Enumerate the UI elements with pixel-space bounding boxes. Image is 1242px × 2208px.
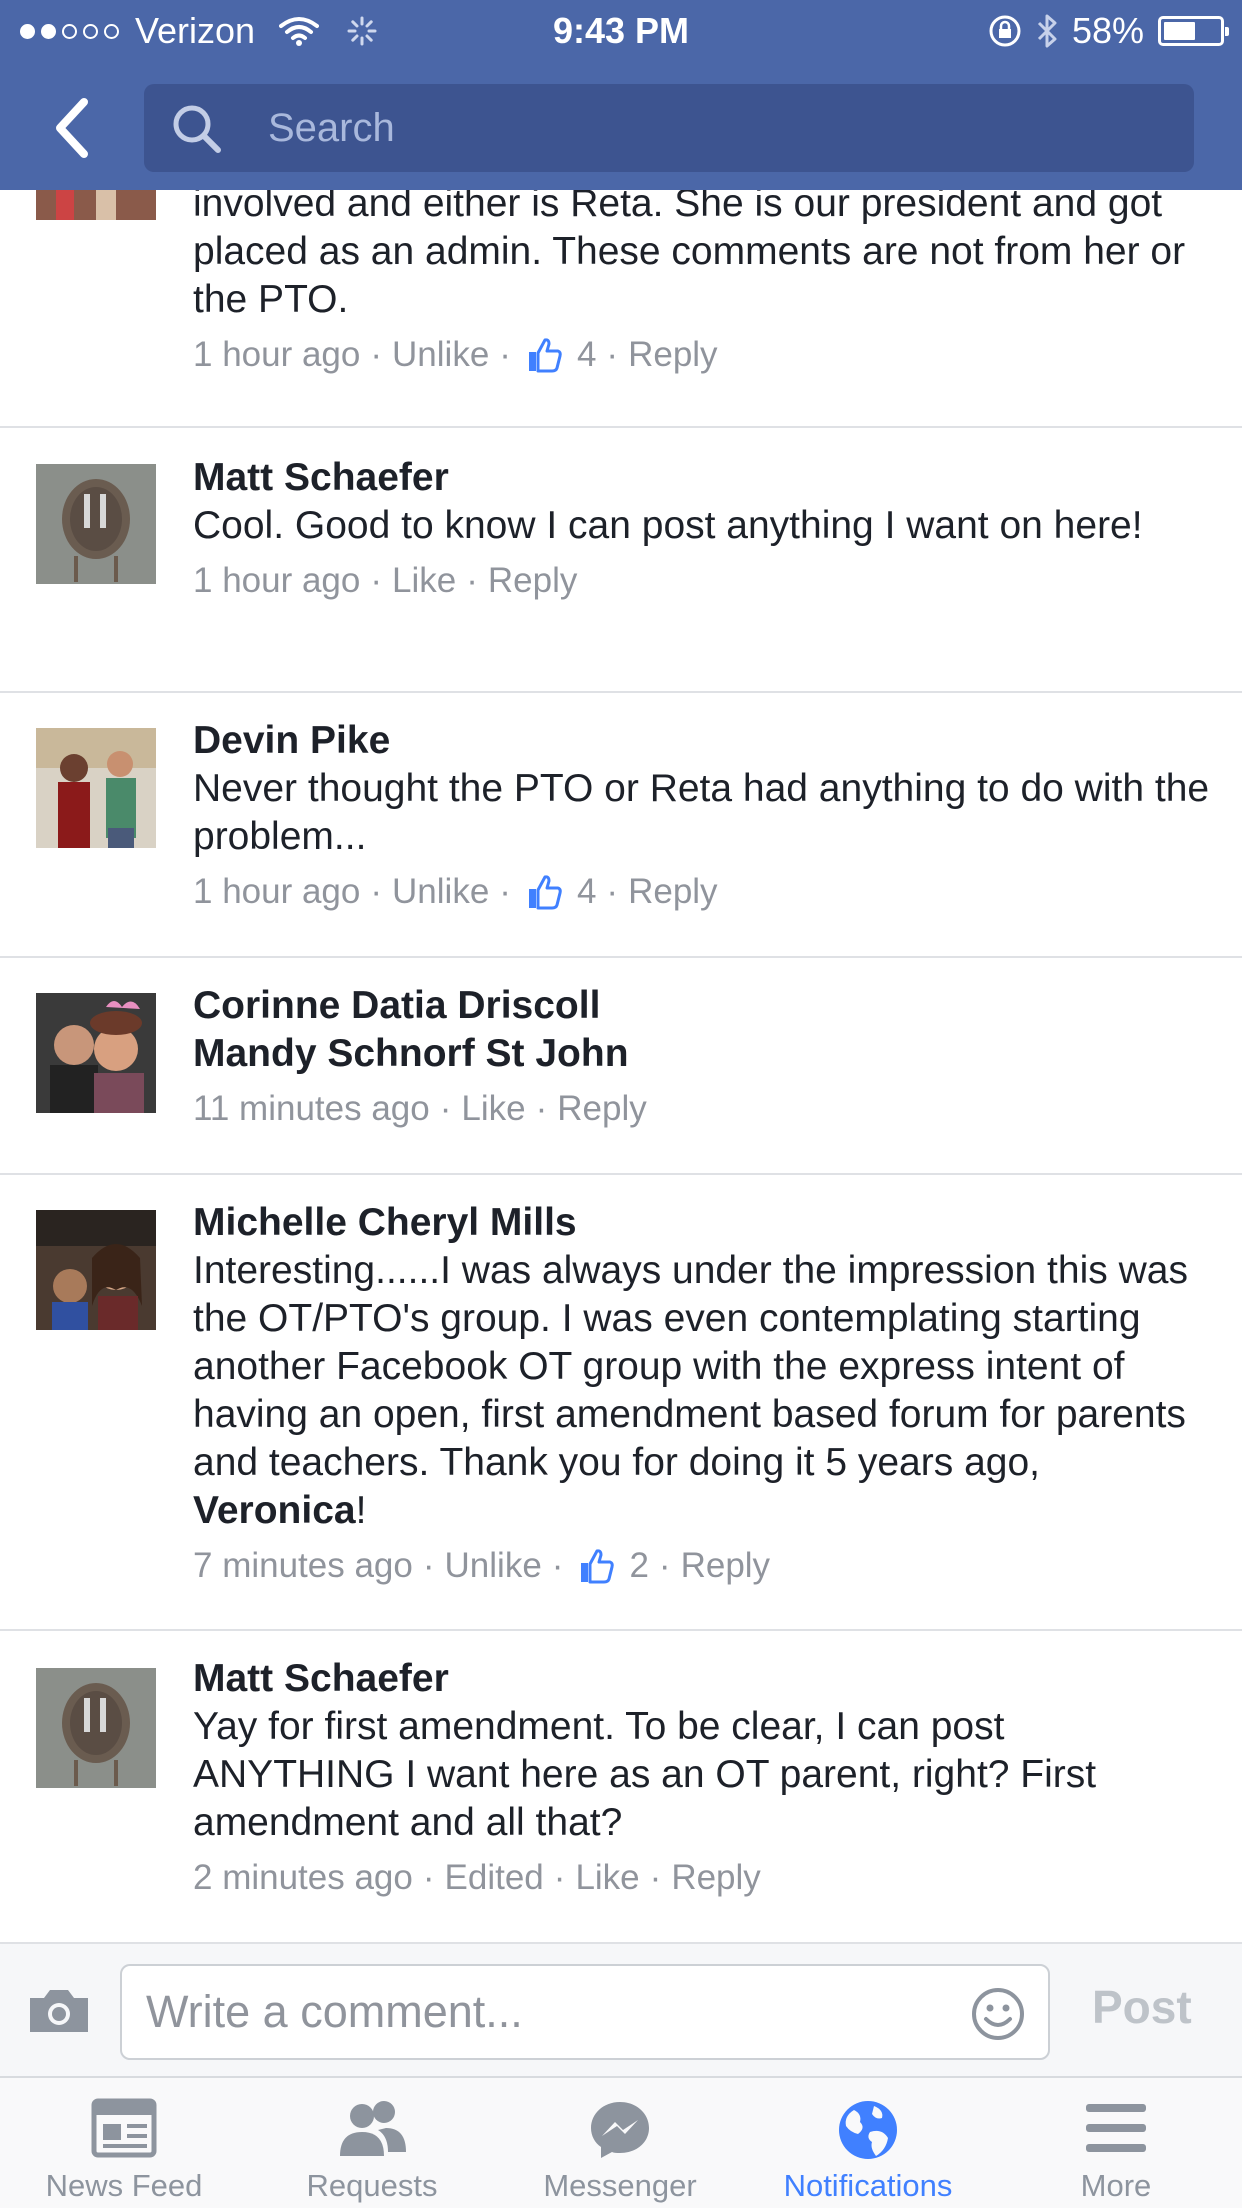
news-feed-icon	[91, 2098, 157, 2158]
comment-author[interactable]: Devin Pike	[193, 717, 1213, 765]
like-link[interactable]: Like	[461, 1088, 525, 1130]
comment-author[interactable]: Corinne Datia Driscoll	[193, 982, 1213, 1030]
thumbs-up-icon	[528, 338, 562, 373]
thumbs-up-icon	[581, 1549, 615, 1584]
avatar[interactable]	[36, 1210, 156, 1330]
avatar[interactable]	[36, 190, 156, 220]
unlike-link[interactable]: Unlike	[445, 1545, 542, 1587]
comment-text: Never thought the PTO or Reta had anythi…	[193, 767, 1210, 858]
comment-author[interactable]: Matt Schaefer	[193, 454, 1213, 502]
comment-time[interactable]: 1 hour ago	[193, 334, 360, 376]
tab-requests[interactable]: Requests	[248, 2078, 496, 2208]
like-count[interactable]: 4	[577, 334, 596, 376]
divider	[0, 1629, 1242, 1631]
divider	[0, 426, 1242, 428]
reply-link[interactable]: Reply	[681, 1545, 770, 1587]
comment-list[interactable]: involved and either is Reta. She is our …	[0, 190, 1242, 1942]
mention-link[interactable]: Veronica	[193, 1489, 356, 1532]
tab-label: Notifications	[783, 2168, 953, 2203]
emoji-icon[interactable]	[970, 1986, 1026, 2042]
comment-text: Cool. Good to know I can post anything I…	[193, 504, 1143, 547]
avatar[interactable]	[36, 464, 156, 584]
unlike-link[interactable]: Unlike	[392, 871, 489, 913]
comment-text: Yay for first amendment. To be clear, I …	[193, 1705, 1097, 1844]
tab-label: News Feed	[45, 2168, 203, 2203]
comment-time[interactable]: 2 minutes ago	[193, 1857, 413, 1899]
avatar[interactable]	[36, 993, 156, 1113]
search-icon	[173, 105, 221, 153]
reply-link[interactable]: Reply	[557, 1088, 646, 1130]
comment-meta: 2 minutes ago · Edited · Like · Reply	[193, 1857, 761, 1899]
camera-icon[interactable]	[26, 1986, 92, 2036]
messenger-icon	[591, 2102, 649, 2158]
battery-icon	[1158, 16, 1229, 46]
comment-author[interactable]: Matt Schaefer	[193, 1655, 1213, 1703]
comment-meta: 11 minutes ago · Like · Reply	[193, 1088, 647, 1130]
divider	[0, 691, 1242, 693]
tab-more[interactable]: More	[992, 2078, 1240, 2208]
tab-notifications[interactable]: Notifications	[744, 2078, 992, 2208]
top-navigation-bar: Verizon 9:43 PM 58% Search	[0, 0, 1242, 190]
comment-composer: Post	[0, 1942, 1242, 2076]
bluetooth-icon	[1037, 14, 1057, 48]
unlike-link[interactable]: Unlike	[392, 334, 489, 376]
back-arrow-icon[interactable]	[48, 92, 108, 164]
comment-time[interactable]: 7 minutes ago	[193, 1545, 413, 1587]
reply-link[interactable]: Reply	[671, 1857, 760, 1899]
comment-meta: 1 hour ago · Unlike · 4 · Reply	[193, 871, 718, 913]
menu-icon	[1086, 2104, 1146, 2152]
avatar[interactable]	[36, 1668, 156, 1788]
divider	[0, 1173, 1242, 1175]
comment-time[interactable]: 1 hour ago	[193, 560, 360, 602]
globe-icon	[839, 2101, 897, 2159]
tab-label: More	[1080, 2168, 1152, 2203]
tab-label: Messenger	[543, 2168, 697, 2203]
edited-label[interactable]: Edited	[445, 1857, 544, 1899]
comment-time[interactable]: 11 minutes ago	[193, 1088, 430, 1130]
comment-text: Interesting......I was always under the …	[193, 1249, 1188, 1532]
status-bar: Verizon 9:43 PM 58%	[0, 0, 1242, 62]
comment-meta: 1 hour ago · Like · Reply	[193, 560, 578, 602]
comment-meta: 7 minutes ago · Unlike · 2 · Reply	[193, 1545, 771, 1587]
comment-input-box[interactable]	[120, 1964, 1050, 2060]
comment-text: involved and either is Reta. She is our …	[193, 190, 1186, 321]
like-count[interactable]: 2	[629, 1545, 648, 1587]
comment-time[interactable]: 1 hour ago	[193, 871, 360, 913]
reply-link[interactable]: Reply	[488, 560, 577, 602]
battery-percent: 58%	[1071, 10, 1144, 51]
like-count[interactable]: 4	[577, 871, 596, 913]
search-row	[0, 80, 1242, 174]
like-link[interactable]: Like	[575, 1857, 639, 1899]
orientation-lock-icon	[989, 15, 1021, 47]
thumbs-up-icon	[528, 875, 562, 910]
post-button[interactable]: Post	[1092, 1980, 1192, 2034]
search-bar[interactable]	[144, 84, 1194, 172]
tagged-user-link[interactable]: Mandy Schnorf St John	[193, 1030, 1213, 1078]
status-right: 58%	[988, 10, 1229, 52]
comment-author[interactable]: Michelle Cheryl Mills	[193, 1199, 1213, 1247]
reply-link[interactable]: Reply	[628, 871, 717, 913]
reply-link[interactable]: Reply	[628, 334, 717, 376]
tab-news-feed[interactable]: News Feed	[0, 2078, 248, 2208]
comment-input[interactable]	[146, 1966, 966, 2058]
battery-level	[1164, 22, 1196, 40]
comment-meta: 1 hour ago · Unlike · 4 · Reply	[193, 334, 718, 376]
search-input[interactable]	[268, 84, 1148, 172]
tab-label: Requests	[306, 2168, 438, 2203]
like-link[interactable]: Like	[392, 560, 456, 602]
bottom-tab-bar: News Feed Requests Messenger Notificatio…	[0, 2076, 1242, 2208]
avatar[interactable]	[36, 728, 156, 848]
divider	[0, 956, 1242, 958]
friend-requests-icon	[340, 2101, 406, 2156]
tab-messenger[interactable]: Messenger	[496, 2078, 744, 2208]
